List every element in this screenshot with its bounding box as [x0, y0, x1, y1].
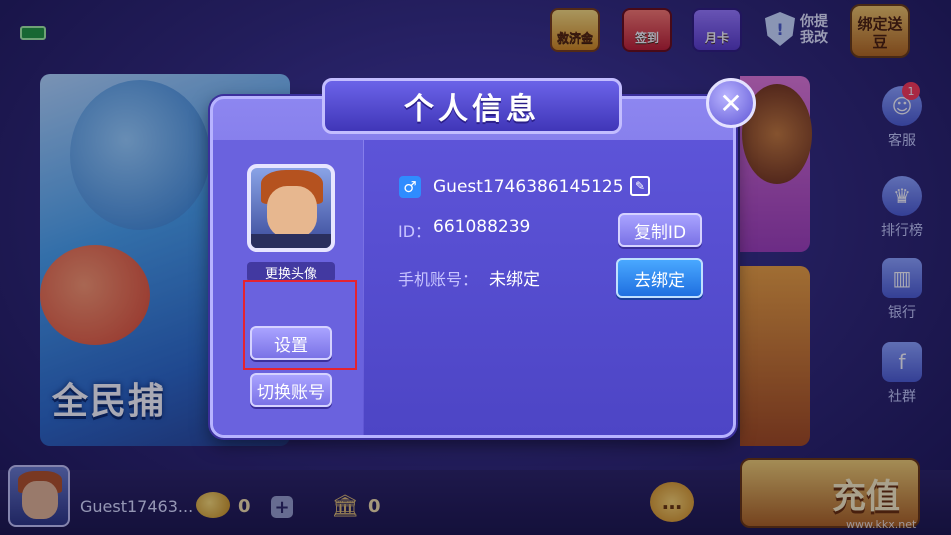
- dialog-title: 个人信息: [322, 78, 622, 134]
- settings-button[interactable]: 设置: [250, 326, 332, 360]
- change-avatar-button[interactable]: 更换头像: [247, 262, 335, 282]
- edit-name-icon[interactable]: ✎: [630, 176, 650, 196]
- switch-account-button[interactable]: 切换账号: [250, 373, 332, 407]
- id-label: ID：: [398, 222, 432, 241]
- bind-phone-button[interactable]: 去绑定: [616, 258, 703, 298]
- copy-id-button[interactable]: 复制ID: [618, 213, 702, 247]
- profile-avatar[interactable]: [247, 164, 335, 252]
- phone-value: 未绑定: [489, 270, 540, 290]
- male-gender-icon: ♂: [399, 176, 421, 198]
- phone-label: 手机账号：: [398, 270, 479, 289]
- profile-username: Guest1746386145125: [433, 177, 624, 197]
- id-value: 661088239: [433, 217, 531, 237]
- close-button[interactable]: ✕: [706, 78, 756, 128]
